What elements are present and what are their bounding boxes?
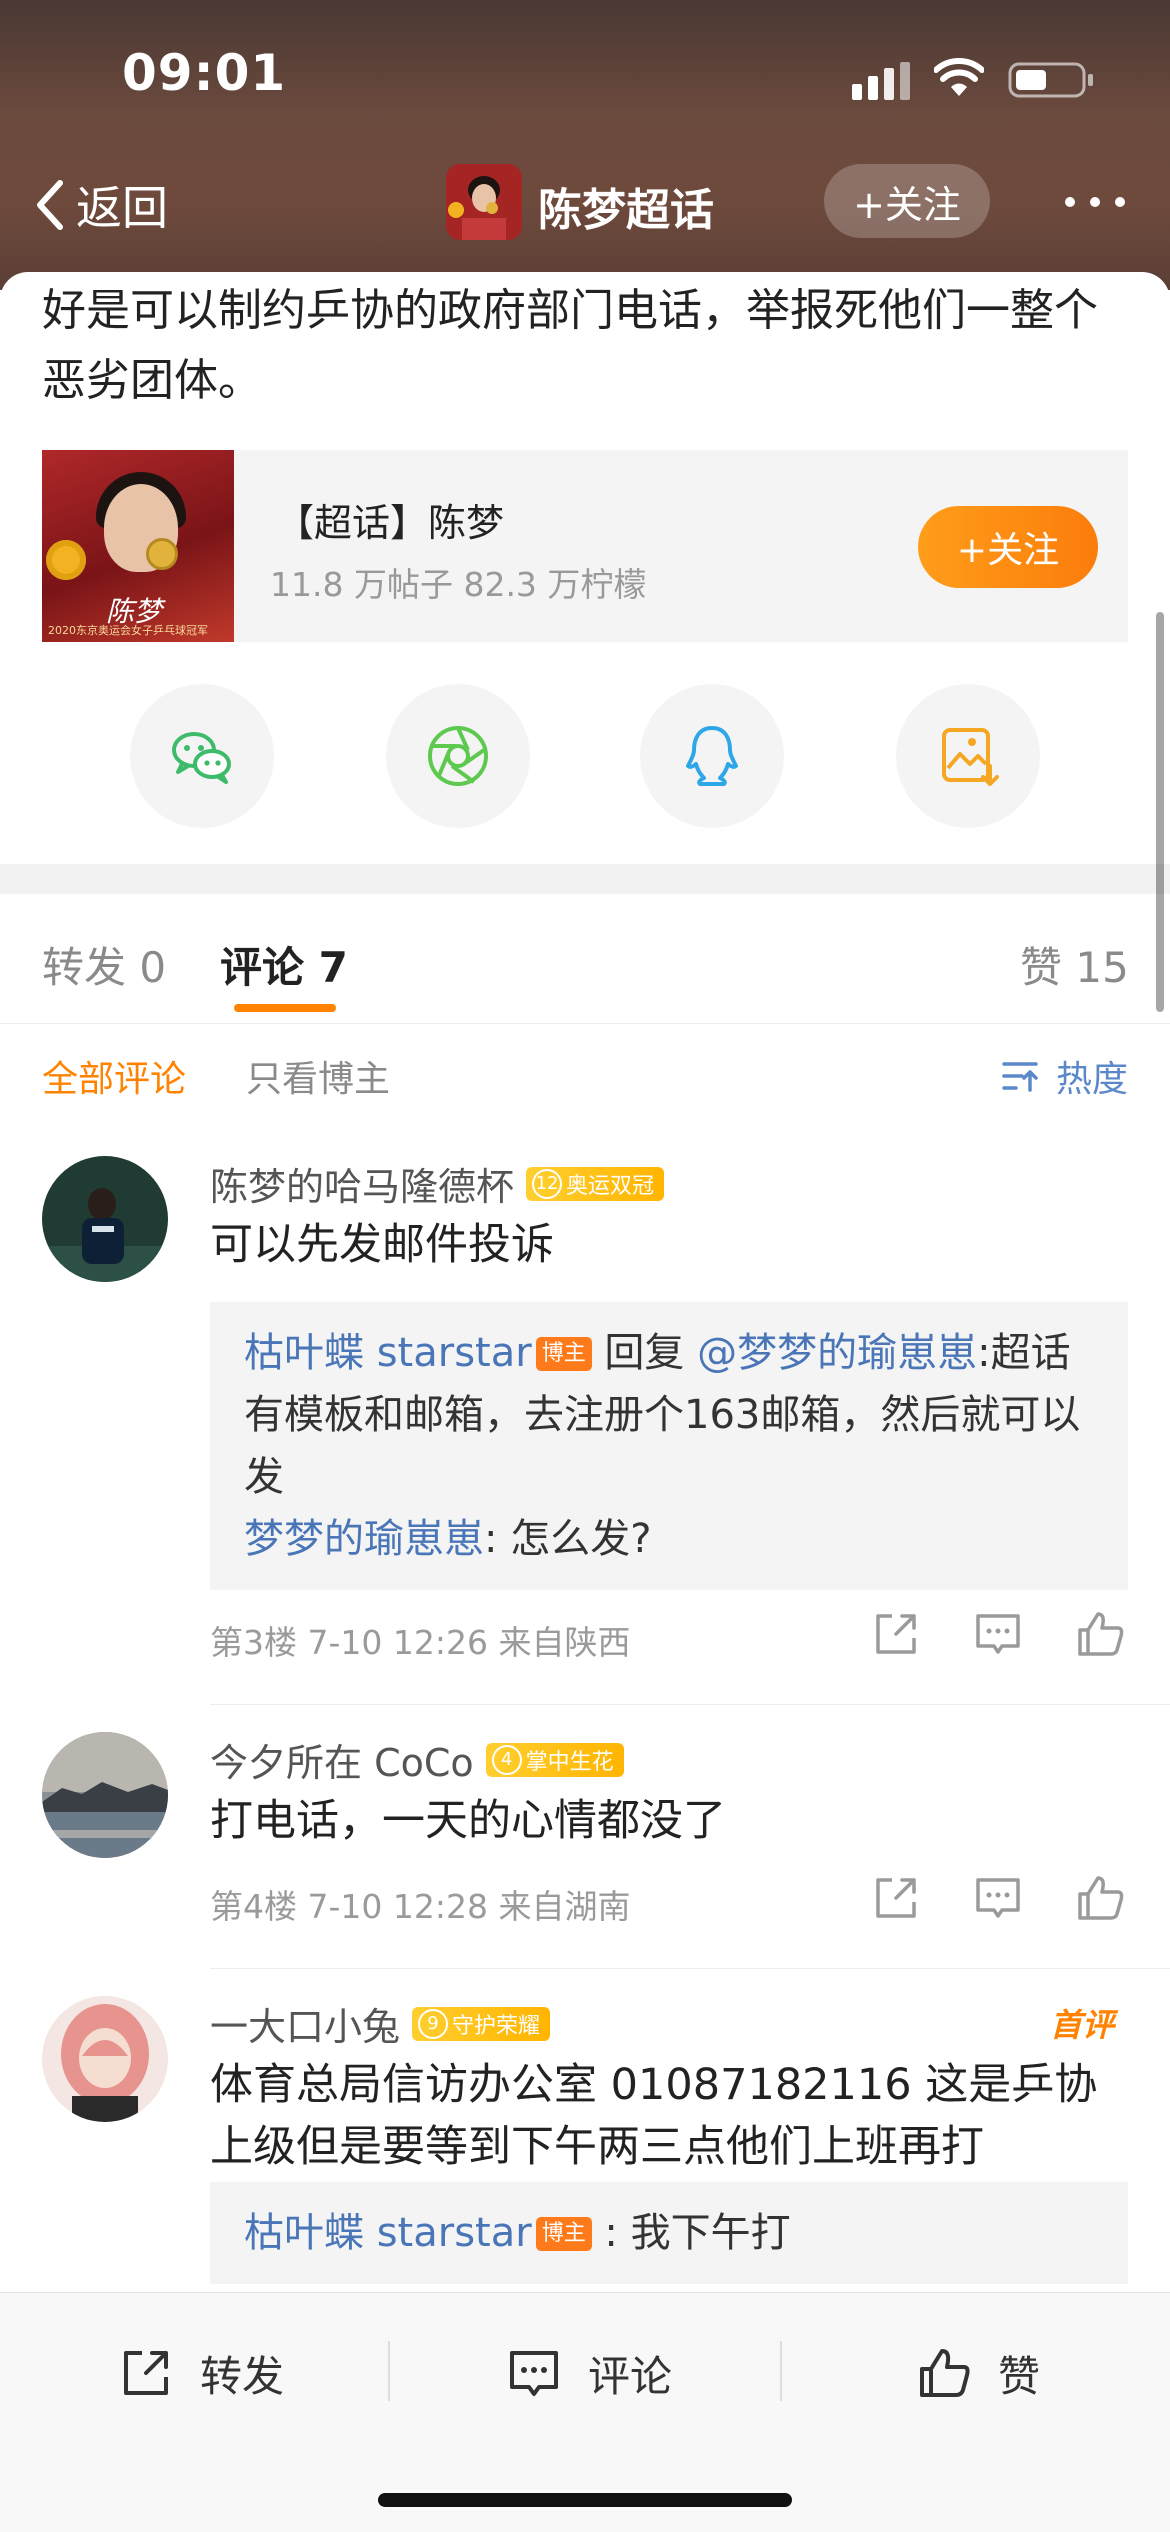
comment-text: 体育总局信访办公室 01087182116 这是乒协上级但是要等到下午两三点他们… bbox=[210, 2060, 1098, 2172]
owner-tag: 博主 bbox=[535, 1337, 592, 1371]
header: 09:01 返回 陈梦超话 +关注 bbox=[0, 0, 1170, 290]
share-wechat-button[interactable] bbox=[130, 684, 274, 828]
topic-follow-button[interactable]: +关注 bbox=[918, 506, 1098, 588]
first-comment-tag: 首评 bbox=[1050, 2006, 1115, 2044]
sunflower-decoration bbox=[46, 540, 86, 580]
like-icon[interactable] bbox=[1074, 1608, 1126, 1660]
nav-follow-button[interactable]: +关注 bbox=[824, 164, 990, 238]
share-row bbox=[0, 684, 1170, 830]
comment-meta: 第3楼 7-10 12:26 来自陕西 bbox=[210, 1623, 631, 1662]
comment-text: 打电话，一天的心情都没了 bbox=[210, 1796, 726, 1846]
save-image-icon bbox=[942, 728, 999, 786]
filter-owner-only[interactable]: 只看博主 bbox=[246, 1050, 390, 1102]
cellular-signal-icon bbox=[852, 62, 910, 100]
tab-like[interactable]: 赞 15 bbox=[1020, 934, 1129, 995]
tab-comment[interactable]: 评论 7 bbox=[220, 934, 348, 995]
fan-badge: 12 奥运双冠 bbox=[526, 1166, 665, 1201]
reply-mention[interactable]: @梦梦的瑜崽崽 bbox=[697, 1330, 977, 1376]
sub-reply-text: : 怎么发? bbox=[484, 1516, 652, 1562]
comment-actions bbox=[870, 1608, 1130, 1664]
reply-box[interactable]: 枯叶蝶 starstar 博主 回复 @梦梦的瑜崽崽:超话有模板和邮箱，去注册个1… bbox=[210, 1302, 1128, 1590]
status-time: 09:01 bbox=[122, 44, 287, 102]
section-gap bbox=[0, 864, 1170, 894]
topic-name: 【超话】陈梦 bbox=[276, 501, 505, 545]
comment-text: 可以先发邮件投诉 bbox=[210, 1220, 554, 1270]
sort-button[interactable]: 热度 bbox=[1000, 1050, 1128, 1102]
share-moments-button[interactable] bbox=[386, 684, 530, 828]
avatar[interactable] bbox=[42, 1732, 168, 1858]
reply-box[interactable]: 枯叶蝶 starstar 博主 : 我下午打 bbox=[210, 2182, 1128, 2284]
sort-icon bbox=[1002, 1062, 1038, 1092]
comment-username[interactable]: 陈梦的哈马隆德杯 12 奥运双冠 bbox=[210, 1156, 665, 1211]
like-icon bbox=[920, 2349, 970, 2397]
comment-icon bbox=[510, 2351, 558, 2396]
nav-bar: 返回 陈梦超话 +关注 bbox=[0, 160, 1170, 250]
moments-icon bbox=[428, 726, 488, 786]
fan-level: 12 bbox=[532, 1168, 563, 1199]
share-qq-button[interactable] bbox=[640, 684, 784, 828]
divider bbox=[210, 1968, 1170, 1969]
post-card: 好是可以制约乒协的政府部门电话，举报死他们一整个恶劣团体。 陈梦 2020东京奥… bbox=[0, 272, 1170, 2284]
comment-username[interactable]: 一大口小兔 9 守护荣耀 bbox=[210, 1996, 551, 2051]
tab-repost[interactable]: 转发 0 bbox=[42, 934, 166, 995]
more-icon[interactable] bbox=[1060, 182, 1130, 222]
qq-icon bbox=[686, 726, 738, 786]
separator bbox=[388, 2341, 390, 2401]
reply-text: : 我下午打 bbox=[591, 2210, 791, 2256]
sort-label: 热度 bbox=[1056, 1059, 1129, 1100]
comment-icon[interactable] bbox=[972, 1872, 1024, 1924]
chevron-left-icon bbox=[37, 180, 63, 230]
comment-actions bbox=[870, 1872, 1130, 1928]
share-icon[interactable] bbox=[870, 1872, 922, 1924]
owner-tag: 博主 bbox=[535, 2217, 592, 2251]
wifi-icon bbox=[934, 58, 984, 96]
separator bbox=[780, 2341, 782, 2401]
comment-button[interactable]: 评论 bbox=[506, 2333, 672, 2413]
fan-level: 4 bbox=[491, 1744, 522, 1775]
avatar[interactable] bbox=[42, 1996, 168, 2122]
comment-icon[interactable] bbox=[972, 1608, 1024, 1660]
repost-button[interactable]: 转发 bbox=[118, 2333, 284, 2413]
filter-all-comments[interactable]: 全部评论 bbox=[42, 1050, 186, 1102]
share-icon[interactable] bbox=[870, 1608, 922, 1660]
back-label: 返回 bbox=[76, 181, 168, 235]
fan-badge: 9 守护荣耀 bbox=[412, 2006, 551, 2041]
reply-username[interactable]: 枯叶蝶 starstar bbox=[244, 1330, 532, 1376]
home-indicator bbox=[378, 2493, 792, 2507]
post-text: 好是可以制约乒协的政府部门电话，举报死他们一整个恶劣团体。 bbox=[42, 285, 1098, 406]
divider bbox=[210, 1704, 1170, 1705]
topic-stats: 11.8 万帖子 82.3 万柠檬 bbox=[270, 565, 647, 604]
topic-card[interactable]: 陈梦 2020东京奥运会女子乒乓球冠军 【超话】陈梦 11.8 万帖子 82.3… bbox=[42, 450, 1128, 642]
topic-image-caption: 2020东京奥运会女子乒乓球冠军 bbox=[48, 624, 208, 637]
topic-thumbnail[interactable] bbox=[446, 164, 522, 240]
like-button[interactable]: 赞 bbox=[916, 2333, 1040, 2413]
save-image-button[interactable] bbox=[896, 684, 1040, 828]
sub-reply-username[interactable]: 梦梦的瑜崽崽 bbox=[244, 1516, 484, 1562]
page-title: 陈梦超话 bbox=[538, 185, 714, 236]
avatar[interactable] bbox=[42, 1156, 168, 1282]
status-bar: 09:01 bbox=[0, 0, 1170, 150]
wechat-icon bbox=[172, 732, 231, 784]
repost-icon bbox=[124, 2351, 168, 2395]
scrollbar[interactable] bbox=[1156, 612, 1164, 1012]
fan-level: 9 bbox=[418, 2008, 449, 2039]
back-button[interactable]: 返回 bbox=[30, 172, 168, 238]
active-tab-indicator bbox=[234, 1004, 336, 1012]
reply-username[interactable]: 枯叶蝶 starstar bbox=[244, 2210, 532, 2256]
bottom-action-bar: 转发 评论 赞 bbox=[0, 2292, 1170, 2532]
like-icon[interactable] bbox=[1074, 1872, 1126, 1924]
comment-username[interactable]: 今夕所在 CoCo 4 掌中生花 bbox=[210, 1732, 624, 1787]
medal-icon bbox=[146, 538, 178, 570]
tab-bar: 转发 0 评论 7 赞 15 bbox=[0, 894, 1170, 1024]
topic-image: 陈梦 2020东京奥运会女子乒乓球冠军 bbox=[42, 450, 234, 642]
fan-badge: 4 掌中生花 bbox=[485, 1742, 624, 1777]
comment-filter: 全部评论 只看博主 热度 bbox=[0, 1024, 1170, 1134]
comment-meta: 第4楼 7-10 12:28 来自湖南 bbox=[210, 1887, 631, 1926]
battery-icon bbox=[1008, 62, 1093, 98]
